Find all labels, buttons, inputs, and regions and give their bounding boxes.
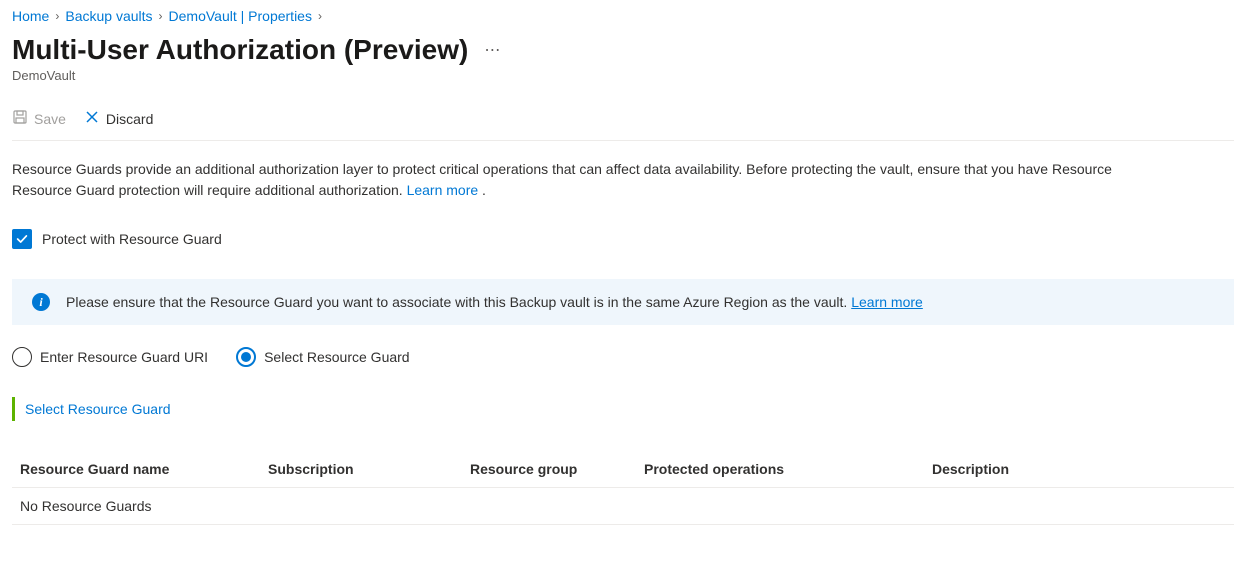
resource-guard-table: Resource Guard name Subscription Resourc… [12, 451, 1234, 525]
col-resource-guard-name[interactable]: Resource Guard name [20, 461, 268, 477]
radio-circle [236, 347, 256, 367]
breadcrumb-backup-vaults[interactable]: Backup vaults [65, 8, 152, 24]
chevron-right-icon: › [159, 9, 163, 23]
page-header: Multi-User Authorization (Preview) ⋯ [12, 34, 1234, 66]
info-message-text: Please ensure that the Resource Guard yo… [66, 294, 851, 310]
description-line2-prefix: Resource Guard protection will require a… [12, 182, 407, 198]
protect-checkbox[interactable] [12, 229, 32, 249]
page-subtitle: DemoVault [12, 68, 1234, 83]
breadcrumb: Home › Backup vaults › DemoVault | Prope… [12, 8, 1234, 24]
table-empty-message: No Resource Guards [20, 498, 268, 514]
col-protected-operations[interactable]: Protected operations [644, 461, 932, 477]
select-resource-guard-wrap: Select Resource Guard [12, 397, 1234, 421]
info-message: Please ensure that the Resource Guard yo… [66, 294, 923, 310]
col-description[interactable]: Description [932, 461, 1226, 477]
radio-select-guard-label: Select Resource Guard [264, 349, 410, 365]
more-icon[interactable]: ⋯ [484, 40, 501, 60]
learn-more-link[interactable]: Learn more [407, 182, 479, 198]
radio-circle [12, 347, 32, 367]
info-learn-more-link[interactable]: Learn more [851, 294, 923, 310]
select-resource-guard-link[interactable]: Select Resource Guard [25, 401, 171, 417]
info-icon: i [32, 293, 50, 311]
table-row-empty: No Resource Guards [12, 488, 1234, 525]
breadcrumb-demovault-properties[interactable]: DemoVault | Properties [169, 8, 312, 24]
breadcrumb-home[interactable]: Home [12, 8, 49, 24]
description-line2-suffix: . [478, 182, 486, 198]
info-banner: i Please ensure that the Resource Guard … [12, 279, 1234, 325]
check-icon [15, 232, 29, 246]
description-text: Resource Guards provide an additional au… [12, 159, 1234, 201]
toolbar: Save Discard [12, 103, 1234, 141]
save-button[interactable]: Save [12, 109, 66, 128]
chevron-right-icon: › [318, 9, 322, 23]
save-icon [12, 109, 28, 128]
col-resource-group[interactable]: Resource group [470, 461, 644, 477]
discard-label: Discard [106, 111, 153, 127]
save-label: Save [34, 111, 66, 127]
col-subscription[interactable]: Subscription [268, 461, 470, 477]
protect-checkbox-row: Protect with Resource Guard [12, 229, 1234, 249]
radio-enter-uri-label: Enter Resource Guard URI [40, 349, 208, 365]
protect-checkbox-label: Protect with Resource Guard [42, 231, 222, 247]
close-icon [84, 109, 100, 128]
description-line1: Resource Guards provide an additional au… [12, 161, 1112, 177]
page-title: Multi-User Authorization (Preview) [12, 34, 468, 66]
discard-button[interactable]: Discard [84, 109, 153, 128]
radio-select-guard[interactable]: Select Resource Guard [236, 347, 410, 367]
table-header: Resource Guard name Subscription Resourc… [12, 451, 1234, 488]
radio-group: Enter Resource Guard URI Select Resource… [12, 347, 1234, 367]
radio-enter-uri[interactable]: Enter Resource Guard URI [12, 347, 208, 367]
chevron-right-icon: › [55, 9, 59, 23]
